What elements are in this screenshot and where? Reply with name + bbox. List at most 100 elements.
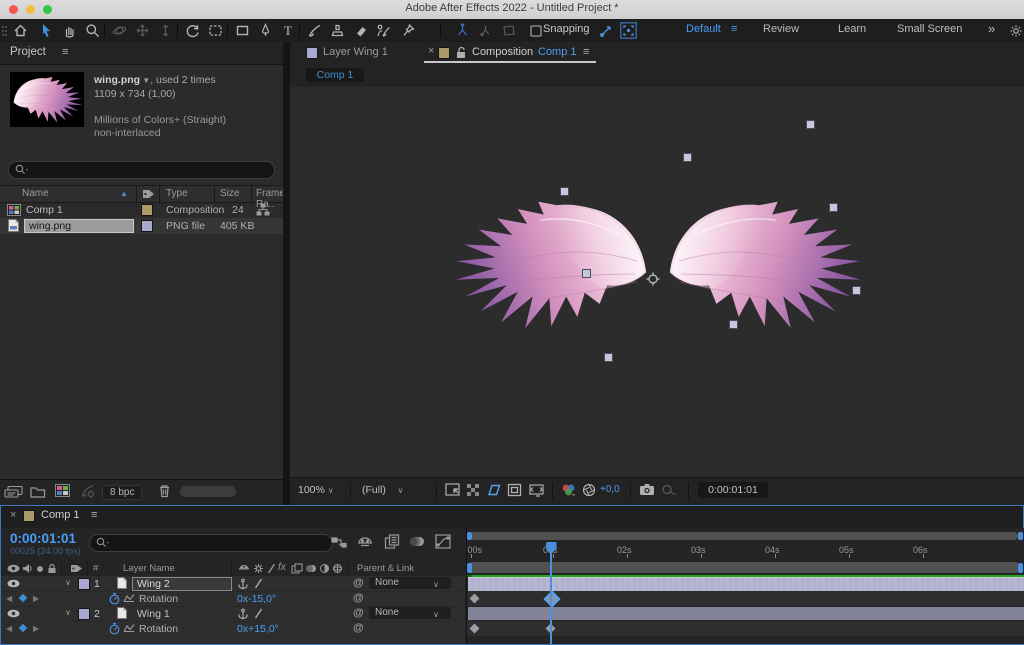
selected-keyframe-diamond[interactable]: [543, 590, 561, 608]
rectangle-tool-button[interactable]: [232, 21, 252, 40]
rotation-value[interactable]: 0x+15,0°: [237, 623, 279, 635]
expand-chevron-icon[interactable]: ∨: [65, 578, 71, 587]
workspace-tab-small-screen[interactable]: Small Screen: [897, 23, 962, 35]
label-color-swatch-lavender[interactable]: [141, 220, 153, 232]
project-panel-menu-icon[interactable]: ≡: [62, 46, 68, 58]
bit-depth-button[interactable]: 8 bpc: [102, 485, 143, 500]
switch-3d-icon[interactable]: [332, 563, 343, 574]
region-of-interest-icon[interactable]: [507, 483, 522, 497]
rotation-tool-button[interactable]: [182, 21, 202, 40]
property-pick-whip-icon[interactable]: @: [353, 592, 364, 604]
property-name[interactable]: Rotation: [139, 593, 178, 605]
magnification-dropdown[interactable]: 100% ∨: [298, 484, 334, 496]
world-axis-mode-button[interactable]: [475, 21, 495, 40]
transform-handle[interactable]: [582, 269, 591, 278]
tab-composition-label[interactable]: Composition: [472, 46, 533, 58]
include-in-graph-icon[interactable]: [123, 593, 135, 603]
roto-brush-tool-button[interactable]: [373, 21, 393, 40]
timeline-search-input[interactable]: [89, 534, 333, 552]
close-tab-icon[interactable]: ×: [428, 45, 434, 57]
layer-color-swatch[interactable]: [78, 608, 90, 620]
parent-dropdown[interactable]: None ∨: [369, 577, 451, 589]
footage-name[interactable]: wing.png: [94, 74, 140, 86]
show-snapshot-icon[interactable]: [661, 483, 677, 496]
column-parent-link[interactable]: Parent & Link: [357, 563, 414, 574]
motion-blur-icon[interactable]: [410, 535, 425, 548]
label-color-column-icon[interactable]: [142, 188, 155, 200]
panel-scrollbar[interactable]: [180, 486, 236, 497]
eraser-tool-button[interactable]: [350, 21, 370, 40]
work-area-bar[interactable]: [470, 562, 1018, 573]
transform-handle[interactable]: [852, 286, 861, 295]
brush-tool-button[interactable]: [304, 21, 324, 40]
column-type[interactable]: Type: [166, 188, 188, 199]
video-eye-toggle[interactable]: [7, 579, 20, 588]
video-eye-toggle[interactable]: [7, 609, 20, 618]
quality-best-toggle[interactable]: [254, 578, 263, 589]
transform-handle[interactable]: [683, 153, 692, 162]
shy-layers-icon[interactable]: [357, 535, 373, 549]
close-timeline-tab-icon[interactable]: ×: [10, 509, 16, 521]
property-row-rotation-wing1[interactable]: ◀ ▶ Rotation 0x+15,0° @: [1, 621, 465, 637]
timeline-panel-menu-icon[interactable]: ≡: [91, 509, 97, 521]
pixel-aspect-correction-icon[interactable]: [528, 483, 545, 497]
workspace-tab-default[interactable]: Default: [686, 23, 721, 35]
hand-tool-button[interactable]: [59, 21, 79, 40]
project-row-wing[interactable]: wing.png PNG file 405 KB: [0, 218, 283, 234]
exposure-aperture-icon[interactable]: [582, 483, 596, 497]
layer-row-wing2[interactable]: ∨ 1 Wing 2 @ None ∨: [1, 576, 465, 592]
project-search-input[interactable]: [8, 161, 275, 179]
snap-options-icon[interactable]: [618, 21, 638, 40]
property-row-rotation-wing2[interactable]: ◀ ▶ Rotation 0x-15,0° @: [1, 591, 465, 607]
preview-time-display[interactable]: 0:00:01:01: [698, 482, 768, 498]
new-folder-icon[interactable]: [30, 485, 46, 498]
transform-handle[interactable]: [729, 320, 738, 329]
stopwatch-icon[interactable]: [108, 592, 121, 605]
prev-keyframe-arrow[interactable]: ◀: [6, 594, 12, 603]
quality-best-toggle[interactable]: [254, 608, 263, 619]
keyframe-at-time-indicator[interactable]: [18, 593, 28, 603]
project-item-name[interactable]: Comp 1: [26, 204, 63, 216]
puppet-pin-tool-button[interactable]: [398, 21, 418, 40]
workspace-tab-review[interactable]: Review: [763, 23, 799, 35]
workspace-default-menu-icon[interactable]: ≡: [731, 23, 737, 35]
anchor-switch-icon[interactable]: [237, 608, 249, 619]
type-tool-button[interactable]: T: [278, 21, 298, 40]
show-channel-rgb-icon[interactable]: [561, 483, 576, 497]
expand-chevron-icon[interactable]: ∨: [65, 608, 71, 617]
playhead-line[interactable]: [550, 542, 552, 644]
layer-color-swatch[interactable]: [78, 578, 90, 590]
current-time-display[interactable]: 0:00:01:01: [10, 531, 76, 546]
choose-grid-guides-icon[interactable]: [445, 483, 461, 498]
pan-camera-tool-button[interactable]: [132, 21, 152, 40]
transform-handle[interactable]: [806, 120, 815, 129]
switch-effects-icon[interactable]: fx: [278, 562, 286, 573]
include-in-graph-icon[interactable]: [123, 623, 135, 633]
new-composition-icon[interactable]: [55, 484, 70, 497]
selection-tool-button[interactable]: [36, 21, 56, 40]
project-item-name-selected[interactable]: wing.png: [24, 219, 134, 233]
camera-roi-tool-button[interactable]: [205, 21, 225, 40]
keyframe-diamond[interactable]: [469, 593, 480, 604]
prev-keyframe-arrow[interactable]: ◀: [6, 624, 12, 633]
switch-quality-icon[interactable]: [267, 563, 276, 574]
property-pick-whip-icon[interactable]: @: [353, 622, 364, 634]
resolution-dropdown[interactable]: (Full) ∨: [362, 484, 403, 496]
workspace-tab-learn[interactable]: Learn: [838, 23, 866, 35]
column-number[interactable]: #: [93, 563, 98, 574]
frame-blending-icon[interactable]: [384, 534, 400, 549]
project-settings-icon[interactable]: [80, 484, 95, 498]
graph-editor-icon[interactable]: [435, 534, 451, 549]
keyframe-at-time-indicator[interactable]: [18, 623, 28, 633]
switch-adjustment-icon[interactable]: [319, 563, 330, 574]
transform-handle[interactable]: [604, 353, 613, 362]
snap-guides-icon[interactable]: [596, 21, 616, 40]
next-keyframe-arrow[interactable]: ▶: [33, 624, 39, 633]
delete-trash-icon[interactable]: [158, 484, 171, 498]
tab-composition-name[interactable]: Comp 1: [538, 46, 577, 58]
stopwatch-icon[interactable]: [108, 622, 121, 635]
timeline-track-area[interactable]: 0:00s 01s 02s 03s 04s 05s 06s: [466, 528, 1024, 644]
sort-ascending-icon[interactable]: ▲: [120, 189, 128, 198]
parent-dropdown[interactable]: None ∨: [369, 607, 451, 619]
transparency-grid-icon[interactable]: [466, 483, 481, 497]
